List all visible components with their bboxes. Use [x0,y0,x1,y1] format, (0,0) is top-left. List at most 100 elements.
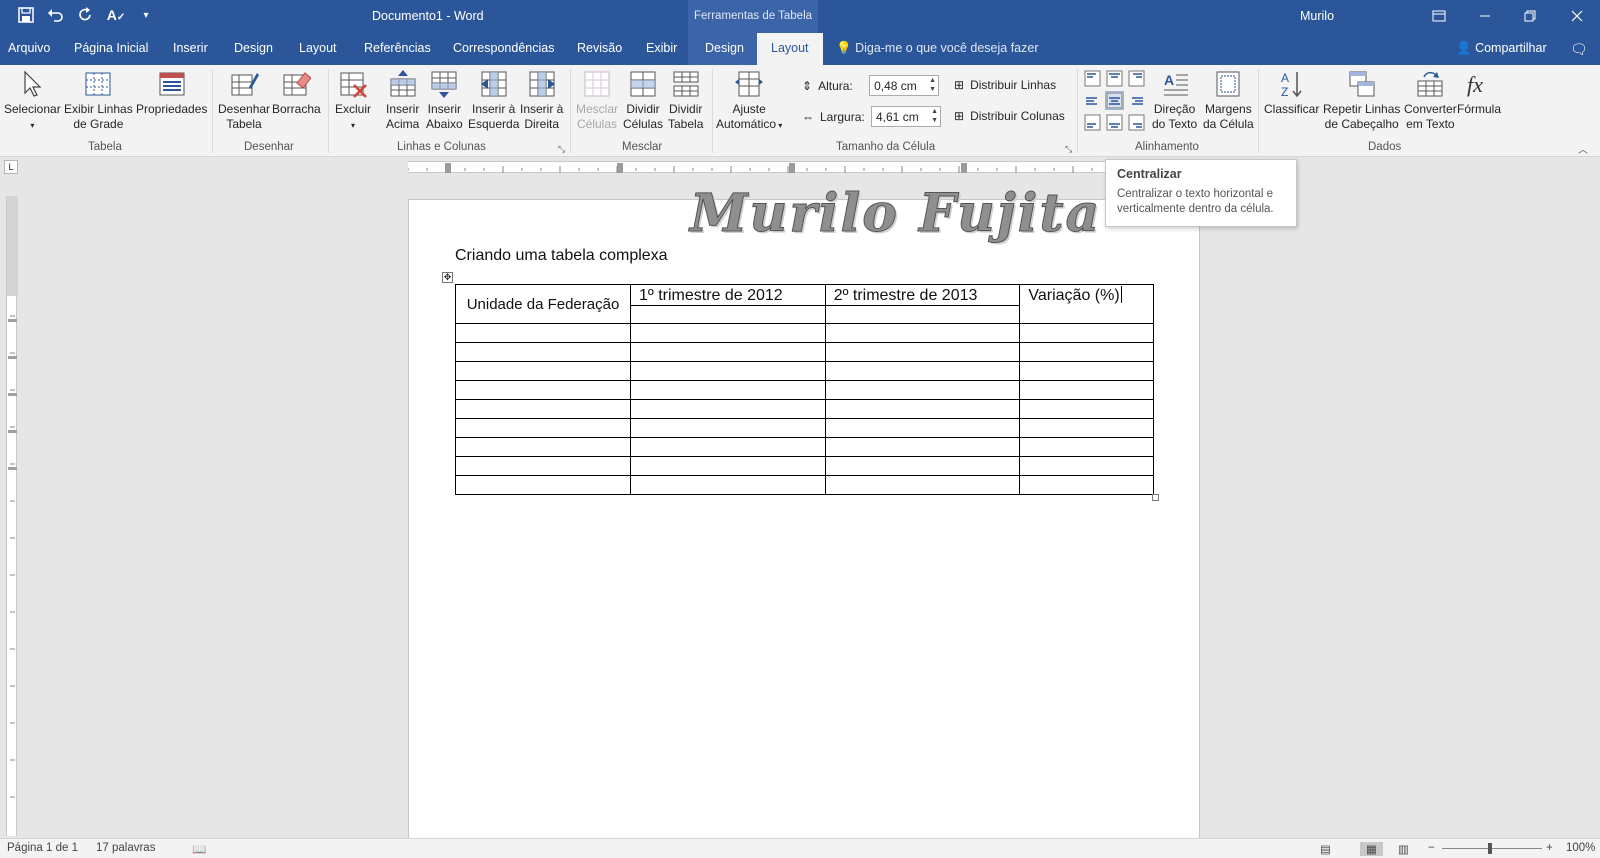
table-cell[interactable] [455,399,631,419]
repeat-header-rows-button[interactable]: Repetir Linhas de Cabeçalho [1323,69,1400,132]
undo-icon[interactable] [46,7,66,27]
word-count[interactable]: 17 palavras [96,842,155,854]
zoom-slider[interactable] [1442,848,1542,849]
header-cell-variacao[interactable]: Variação (%) [1019,284,1154,324]
close-icon[interactable] [1562,4,1592,28]
table-cell[interactable] [824,342,1021,362]
user-name[interactable]: Murilo [1300,9,1334,23]
text-direction-button[interactable]: A Direção do Texto [1152,69,1197,132]
table-cell[interactable] [455,361,631,381]
height-input[interactable]: 0,48 cm ▲ ▼ [869,75,940,96]
tell-me-search[interactable]: 💡 Diga-me o que você deseja fazer [836,41,1039,56]
table-cell[interactable] [1019,399,1154,419]
table-cell[interactable] [455,437,631,457]
header-cell-2013[interactable]: 2º trimestre de 2013 [824,284,1021,306]
proofing-icon[interactable]: 📖 [192,842,206,856]
subheader-cell[interactable] [824,305,1021,324]
table-cell[interactable] [824,323,1021,343]
align-middle-left-button[interactable] [1083,91,1102,110]
insert-above-button[interactable]: Inserir Acima [386,69,419,132]
table-cell[interactable] [630,399,826,419]
delete-button[interactable]: Excluir ▾ [335,69,371,133]
insert-below-button[interactable]: Inserir Abaixo [426,69,463,132]
table-cell[interactable] [630,456,826,476]
cell-margins-button[interactable]: Margens da Célula [1203,69,1254,132]
align-center-button[interactable] [1105,91,1124,110]
tab-arquivo[interactable]: Arquivo [8,41,50,55]
distribute-columns-button[interactable]: ⊞ Distribuir Colunas [954,109,1065,123]
table-resize-handle[interactable] [1152,494,1159,501]
table-cell[interactable] [824,380,1021,400]
table-cell[interactable] [824,361,1021,381]
split-cells-button[interactable]: Dividir Células [623,69,663,132]
dialog-launcher-icon[interactable]: ⤡ [1065,144,1072,155]
align-top-left-button[interactable] [1083,69,1102,88]
share-button[interactable]: 👤 Compartilhar [1456,41,1547,56]
tab-layout[interactable]: Layout [299,41,337,55]
print-layout-icon[interactable]: ▦ [1360,842,1383,856]
table-cell[interactable] [1019,380,1154,400]
table-cell[interactable] [630,380,826,400]
table-cell[interactable] [1019,361,1154,381]
redo-icon[interactable] [76,7,96,27]
tab-correspondencias[interactable]: Correspondências [453,41,554,55]
restore-icon[interactable] [1515,4,1545,28]
sort-button[interactable]: AZ Classificar [1264,69,1319,117]
autofit-button[interactable]: Ajuste Automático ▾ [716,69,782,133]
view-gridlines-button[interactable]: Exibir Linhas de Grade [64,69,133,132]
table-cell[interactable] [455,475,631,495]
zoom-in-icon[interactable]: + [1546,842,1553,854]
eraser-button[interactable]: Borracha [272,69,321,117]
table-cell[interactable] [455,456,631,476]
table-cell[interactable] [630,342,826,362]
table-cell[interactable] [630,323,826,343]
height-spinner[interactable]: ▲ ▼ [929,76,936,94]
tab-inserir[interactable]: Inserir [173,41,208,55]
formula-button[interactable]: fx Fórmula [1457,69,1501,117]
tab-pagina-inicial[interactable]: Página Inicial [74,41,148,55]
merge-cells-button[interactable]: Mesclar Células [576,69,618,132]
table-cell[interactable] [630,361,826,381]
tab-selector[interactable]: L [4,160,18,174]
table-cell[interactable] [824,399,1021,419]
page-count[interactable]: Página 1 de 1 [7,842,78,854]
align-bottom-right-button[interactable] [1127,113,1146,132]
table-cell[interactable] [1019,323,1154,343]
table-cell[interactable] [824,475,1021,495]
vertical-ruler[interactable] [6,196,18,836]
table-cell[interactable] [1019,475,1154,495]
table-cell[interactable] [1019,418,1154,438]
tab-exibir[interactable]: Exibir [646,41,677,55]
table-cell[interactable] [1019,456,1154,476]
table-cell[interactable] [455,323,631,343]
comments-icon[interactable]: 🗨 [1570,41,1588,58]
horizontal-ruler[interactable] [408,161,1108,173]
table-cell[interactable] [1019,342,1154,362]
table-cell[interactable] [630,475,826,495]
properties-button[interactable]: Propriedades [136,69,207,117]
table-cell[interactable] [824,418,1021,438]
web-layout-icon[interactable]: ▥ [1398,842,1409,856]
tab-table-layout[interactable]: Layout [757,33,823,65]
distribute-rows-button[interactable]: ⊞ Distribuir Linhas [954,78,1056,92]
document-heading[interactable]: Criando uma tabela complexa [455,247,668,265]
table-cell[interactable] [630,437,826,457]
document-table[interactable]: Unidade da Federação 1º trimestre de 201… [455,284,1154,495]
zoom-level[interactable]: 100% [1566,842,1595,854]
insert-left-button[interactable]: Inserir à Esquerda [468,69,519,132]
header-cell-unidade[interactable]: Unidade da Federação [455,284,631,324]
select-button[interactable]: Selecionar ▾ [4,69,61,133]
tab-revisao[interactable]: Revisão [577,41,622,55]
read-mode-icon[interactable]: ▤ [1320,842,1331,856]
ribbon-display-options-icon[interactable] [1424,4,1454,28]
zoom-out-icon[interactable]: − [1428,842,1435,854]
table-cell[interactable] [824,437,1021,457]
zoom-slider-thumb[interactable] [1488,843,1492,854]
table-cell[interactable] [455,342,631,362]
align-bottom-left-button[interactable] [1083,113,1102,132]
spelling-icon[interactable]: A✓ [106,7,126,27]
table-cell[interactable] [1019,437,1154,457]
align-top-right-button[interactable] [1127,69,1146,88]
tab-table-design[interactable]: Design [705,41,744,55]
split-table-button[interactable]: Dividir Tabela [668,69,703,132]
